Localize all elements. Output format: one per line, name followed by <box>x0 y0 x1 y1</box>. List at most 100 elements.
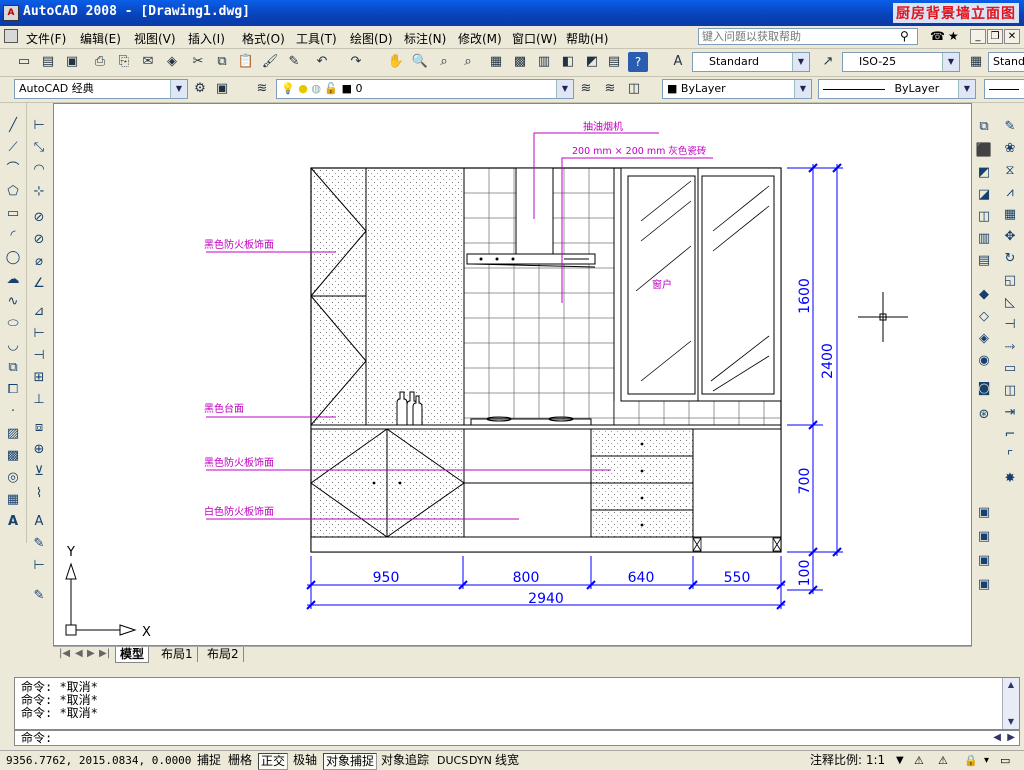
tab-nav-last-icon[interactable]: ▶| <box>99 648 110 659</box>
menu-format[interactable]: 格式(O) <box>242 30 285 47</box>
color-select[interactable]: ■ ByLayer ▼ <box>662 79 812 99</box>
subtract-icon[interactable]: ◇ <box>974 307 994 327</box>
dimension-space-icon[interactable]: ⧈ <box>29 418 49 438</box>
polygon-icon[interactable]: ⬠ <box>3 182 23 202</box>
ellipse-icon[interactable]: ⬭ <box>3 314 23 334</box>
continue-dimension-icon[interactable]: ⊣ <box>29 346 49 366</box>
layer-states-icon[interactable]: ◫ <box>624 79 644 99</box>
menu-draw[interactable]: 绘图(D) <box>350 30 393 47</box>
help-search-box[interactable] <box>698 28 918 45</box>
cone-icon[interactable]: ◪ <box>974 185 994 205</box>
undo-icon[interactable]: ↶ <box>312 52 332 72</box>
match-properties-icon[interactable]: 🖌 <box>260 52 280 72</box>
point-icon[interactable]: · <box>3 402 23 422</box>
lineweight-toggle[interactable]: 线宽 <box>493 753 521 768</box>
command-scroll-left-icon[interactable]: ◀ <box>993 732 1001 743</box>
zoom-realtime-icon[interactable]: 🔍 <box>410 52 430 72</box>
zoom-previous-icon[interactable]: ⌕ <box>458 52 478 72</box>
array-icon[interactable]: ▣ <box>974 503 994 523</box>
text-style-select[interactable]: Standard ▼ <box>692 52 810 72</box>
jogged-linear-icon[interactable]: ⌇ <box>29 484 49 504</box>
workspace-select[interactable]: AutoCAD 经典 ▼ <box>14 79 188 99</box>
dim-style-select[interactable]: ISO-25 ▼ <box>842 52 960 72</box>
text-style-icon[interactable]: A <box>668 52 688 72</box>
dim-style-icon[interactable]: ↗ <box>818 52 838 72</box>
menu-insert[interactable]: 插入(I) <box>188 30 225 47</box>
quick-dimension-icon[interactable]: ⊿ <box>29 302 49 322</box>
orbit-icon[interactable]: ⊛ <box>974 405 994 425</box>
explode-icon[interactable]: ✸ <box>1000 469 1020 489</box>
extend-icon[interactable]: ⤑ <box>1000 337 1020 357</box>
design-center-icon[interactable]: ▩ <box>510 52 530 72</box>
ucs-previous-icon[interactable]: ⧉ <box>974 117 994 137</box>
layer-merge-icon[interactable]: ▣ <box>974 575 994 595</box>
circle-icon[interactable]: ◯ <box>3 248 23 268</box>
scroll-up-icon[interactable]: ▲ <box>1003 678 1019 692</box>
ortho-toggle[interactable]: 正交 <box>258 753 289 770</box>
quick-leader-icon[interactable]: ⊞ <box>29 368 49 388</box>
command-scroll-right-icon[interactable]: ▶ <box>1007 732 1015 743</box>
help-search-input[interactable] <box>699 29 895 44</box>
make-current-layer-icon[interactable]: ≋ <box>576 79 596 99</box>
hatch-icon[interactable]: ▨ <box>3 424 23 444</box>
block-editor-icon[interactable]: ✎ <box>284 52 304 72</box>
ellipse-arc-icon[interactable]: ◡ <box>3 336 23 356</box>
fillet-icon[interactable]: ⌜ <box>1000 447 1020 467</box>
status-menu-icon[interactable]: ▾ <box>982 753 991 768</box>
ordinate-dimension-icon[interactable]: ⊹ <box>29 182 49 202</box>
box-icon[interactable]: ⬛ <box>974 141 994 161</box>
communication-center-icon[interactable]: ☎ <box>930 29 945 43</box>
object-tracking-toggle[interactable]: 对象追踪 <box>379 753 431 768</box>
radius-dimension-icon[interactable]: ⊘ <box>29 208 49 228</box>
menu-window[interactable]: 窗口(W) <box>512 30 557 47</box>
open-file-icon[interactable]: ▤ <box>38 52 58 72</box>
new-file-icon[interactable]: ▭ <box>14 52 34 72</box>
angular-dimension-icon[interactable]: ∠ <box>29 274 49 294</box>
save-workspace-icon[interactable]: ▣ <box>212 79 232 99</box>
scale-icon[interactable]: ◱ <box>1000 271 1020 291</box>
sheet-set-icon[interactable]: ◧ <box>558 52 578 72</box>
save-icon[interactable]: ▣ <box>62 52 82 72</box>
calculator-icon[interactable]: ▤ <box>604 52 624 72</box>
linetype-select[interactable]: ByLayer ▼ <box>818 79 976 99</box>
tab-nav-next-icon[interactable]: ▶ <box>87 648 95 659</box>
plot-preview-icon[interactable]: ⎘ <box>114 52 134 72</box>
object-snap-toggle[interactable]: 对象捕捉 <box>323 753 378 770</box>
spline-icon[interactable]: ∿ <box>3 292 23 312</box>
trim-icon[interactable]: ⊣ <box>1000 315 1020 335</box>
paste-icon[interactable]: 📋 <box>236 52 256 72</box>
line-icon[interactable]: ╱ <box>3 116 23 136</box>
tab-nav-first-icon[interactable]: |◀ <box>59 648 70 659</box>
union-icon[interactable]: ◆ <box>974 285 994 305</box>
wedge-icon[interactable]: ◩ <box>974 163 994 183</box>
rotate-icon[interactable]: ↻ <box>1000 249 1020 269</box>
favorites-icon[interactable]: ★ <box>948 29 959 43</box>
markup-icon[interactable]: ◩ <box>582 52 602 72</box>
plot-icon[interactable]: ⎙ <box>90 52 110 72</box>
break-at-point-icon[interactable]: ▭ <box>1000 359 1020 379</box>
table-style-select[interactable]: Stand <box>988 52 1024 72</box>
jogged-dimension-icon[interactable]: ⊘ <box>29 230 49 250</box>
center-mark-icon[interactable]: ⊕ <box>29 440 49 460</box>
torus-icon[interactable]: ▤ <box>974 251 994 271</box>
dyn-toggle[interactable]: DYN <box>467 753 494 768</box>
join-icon[interactable]: ⇥ <box>1000 403 1020 423</box>
inspection-icon[interactable]: ⊻ <box>29 462 49 482</box>
cylinder-icon[interactable]: ▥ <box>974 229 994 249</box>
gradient-icon[interactable]: ▩ <box>3 446 23 466</box>
rectangle-icon[interactable]: ▭ <box>3 204 23 224</box>
command-scrollbar[interactable]: ▲ ▼ <box>1002 678 1019 729</box>
layer-isolate-icon[interactable]: ▣ <box>974 527 994 547</box>
insert-block-icon[interactable]: ⧉ <box>3 358 23 378</box>
menu-file[interactable]: 文件(F) <box>26 30 66 47</box>
array-objects-icon[interactable]: ▦ <box>1000 205 1020 225</box>
move-icon[interactable]: ✥ <box>1000 227 1020 247</box>
dimension-update-icon[interactable]: ⊢ <box>29 556 49 576</box>
menu-modify[interactable]: 修改(M) <box>458 30 502 47</box>
search-icon[interactable]: ⚲ <box>900 29 909 43</box>
stretch-icon[interactable]: ◺ <box>1000 293 1020 313</box>
offset-icon[interactable]: ⩘ <box>1000 183 1020 203</box>
layer-walk-icon[interactable]: ▣ <box>974 551 994 571</box>
region-icon[interactable]: ◎ <box>3 468 23 488</box>
zoom-window-icon[interactable]: ⌕ <box>434 52 454 72</box>
